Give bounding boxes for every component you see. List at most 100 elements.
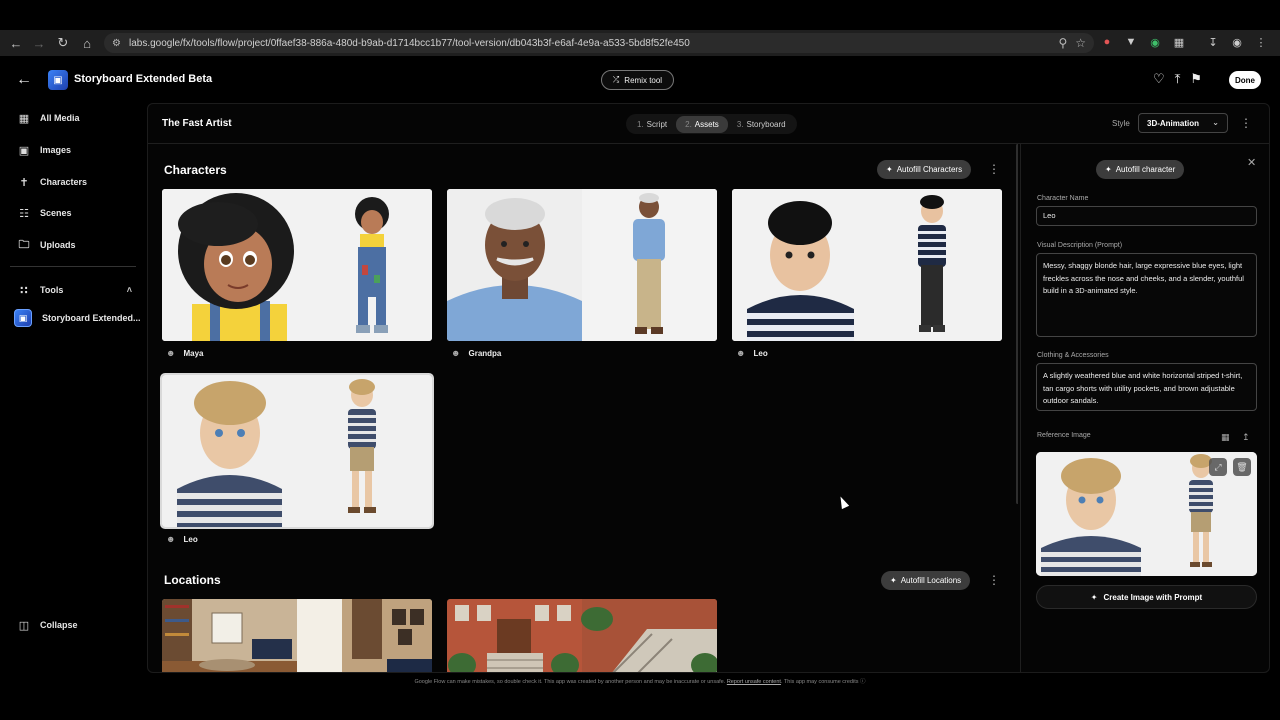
clothing-input[interactable]: A slightly weathered blue and white hori…: [1036, 363, 1257, 411]
project-toolbar: The Fast Artist 1. Script 2. Assets 3. Stor…: [148, 104, 1269, 144]
locations-more-icon[interactable]: ⋮: [988, 573, 1000, 587]
shuffle-icon: ⤮: [612, 75, 620, 84]
done-button[interactable]: Done: [1229, 71, 1261, 89]
extension-v-icon[interactable]: ▼: [1122, 33, 1140, 51]
extensions-puzzle-icon[interactable]: ▦: [1170, 33, 1188, 51]
remix-tool-button[interactable]: ⤮ Remix tool: [601, 70, 674, 90]
character-name-input[interactable]: Leo: [1036, 206, 1257, 226]
browser-back-icon[interactable]: ←: [4, 31, 28, 55]
sidebar-tools-toggle[interactable]: ∷ Tools ˄: [18, 284, 132, 297]
characters-more-icon[interactable]: ⋮: [988, 162, 1000, 176]
visual-description-input[interactable]: Messy, shaggy blonde hair, large express…: [1036, 253, 1257, 337]
pin-icon[interactable]: ⤒: [1175, 71, 1181, 87]
clothing-label: Clothing & Accessories: [1037, 352, 1109, 359]
sidebar-item-label: Images: [40, 145, 72, 155]
sidebar: ▦ All Media ▣ Images ✝ Characters ☷ Scen…: [0, 102, 146, 672]
step-number: 2.: [685, 119, 692, 129]
tools-grid-icon: ∷: [20, 284, 28, 297]
reference-image[interactable]: ⤢ 🗑: [1036, 452, 1257, 576]
person-icon: ☻: [451, 348, 461, 358]
character-card-leo-2[interactable]: [160, 373, 434, 529]
favorite-heart-icon[interactable]: ♡: [1153, 71, 1165, 87]
reference-image-label: Reference Image: [1037, 432, 1091, 439]
step-label: Storyboard: [746, 119, 786, 129]
character-card-grandpa[interactable]: [447, 189, 717, 341]
autofill-characters-button[interactable]: ✦ Autofill Characters: [877, 160, 972, 179]
character-name: Leo: [183, 534, 198, 544]
location-image-brick-building: [447, 599, 717, 672]
sidebar-item-characters[interactable]: ✝ Characters: [18, 176, 87, 189]
autofill-character-label: Autofill character: [1115, 165, 1176, 174]
step-number: 1.: [637, 119, 644, 129]
sidebar-divider: [10, 266, 136, 267]
trash-icon[interactable]: 🗑: [1233, 458, 1251, 476]
style-select[interactable]: 3D-Animation ⌄: [1138, 113, 1228, 133]
tab-script[interactable]: 1. Script: [628, 116, 676, 133]
project-more-icon[interactable]: ⋮: [1240, 116, 1252, 130]
back-arrow-icon[interactable]: ←: [16, 71, 32, 89]
info-icon[interactable]: ⓘ: [860, 679, 866, 685]
browser-forward-icon[interactable]: →: [27, 31, 51, 55]
character-name: Maya: [183, 348, 204, 358]
zoom-icon[interactable]: ⚲: [1058, 36, 1067, 50]
extension-green-icon[interactable]: ◉: [1146, 33, 1164, 51]
image-icon: ▣: [18, 144, 30, 157]
sidebar-item-images[interactable]: ▣ Images: [18, 144, 72, 157]
extension-red-icon[interactable]: ●: [1098, 33, 1116, 51]
assets-content: Characters ✦ Autofill Characters ⋮ ☻ May…: [148, 144, 1018, 672]
sidebar-item-label: Scenes: [40, 208, 72, 218]
character-label-leo-2: ☻ Leo: [166, 534, 198, 544]
sidebar-item-scenes[interactable]: ☷ Scenes: [18, 207, 72, 220]
location-image-living-room: [162, 599, 432, 672]
storyboard-logo-icon: ▣: [48, 70, 68, 90]
location-card-brick-building[interactable]: [447, 599, 717, 672]
footer-disclaimer: Google Flow can make mistakes, so double…: [414, 679, 866, 685]
tab-storyboard[interactable]: 3. Storyboard: [728, 116, 795, 133]
browser-menu-icon[interactable]: ⋮: [1252, 33, 1270, 51]
app-title: Storyboard Extended Beta: [74, 73, 213, 85]
address-bar[interactable]: ⚙ labs.google/fx/tools/flow/project/0ffa…: [104, 33, 1094, 53]
profile-avatar-icon[interactable]: ◉: [1228, 33, 1246, 51]
create-image-label: Create Image with Prompt: [1103, 592, 1203, 602]
app-header: ← ▣ Storyboard Extended Beta ⤮ Remix too…: [0, 58, 1280, 102]
locations-heading: Locations: [164, 573, 221, 587]
site-settings-icon[interactable]: ⚙: [112, 38, 121, 49]
sidebar-tool-storyboard-extended[interactable]: ▣ Storyboard Extended...: [14, 309, 141, 327]
step-label: Script: [646, 119, 668, 129]
character-label-grandpa: ☻ Grandpa: [451, 348, 501, 358]
collapse-sidebar-icon: ◫: [18, 619, 30, 632]
character-card-leo-1[interactable]: [732, 189, 1002, 341]
character-image-grandpa: [447, 189, 717, 341]
sparkle-icon: ✦: [890, 576, 897, 585]
sidebar-item-uploads[interactable]: 🗀 Uploads: [18, 239, 76, 251]
sidebar-item-all-media[interactable]: ▦ All Media: [18, 112, 80, 125]
film-icon: ☷: [19, 207, 29, 220]
storyboard-tool-icon: ▣: [14, 309, 32, 327]
url-text: labs.google/fx/tools/flow/project/0ffaef…: [128, 37, 690, 49]
expand-icon[interactable]: ⤢: [1209, 458, 1227, 476]
close-icon[interactable]: ✕: [1247, 156, 1256, 169]
character-card-maya[interactable]: [162, 189, 432, 341]
download-icon[interactable]: ↧: [1204, 33, 1222, 51]
bookmark-star-icon[interactable]: ☆: [1075, 36, 1086, 50]
home-icon[interactable]: ⌂: [75, 31, 99, 55]
autofill-characters-label: Autofill Characters: [896, 165, 963, 174]
reload-icon[interactable]: ↻: [51, 31, 75, 55]
gallery-grid-icon[interactable]: ▦: [1221, 432, 1230, 443]
location-card-living-room[interactable]: [162, 599, 432, 672]
character-image-leo-dark-hair: [732, 189, 1002, 341]
flag-icon[interactable]: ⚑: [1190, 71, 1202, 87]
sparkle-icon: ✦: [1090, 592, 1098, 602]
report-unsafe-link[interactable]: Report unsafe content: [727, 679, 781, 685]
chevron-up-icon: ˄: [126, 285, 132, 295]
footer-text-a: Google Flow can make mistakes, so double…: [414, 679, 726, 685]
autofill-character-button[interactable]: ✦ Autofill character: [1096, 160, 1185, 179]
upload-icon[interactable]: ↥: [1242, 432, 1250, 443]
tab-assets[interactable]: 2. Assets: [676, 115, 728, 133]
create-image-button[interactable]: ✦ Create Image with Prompt: [1036, 585, 1257, 609]
collapse-label: Collapse: [40, 620, 78, 630]
step-number: 3.: [736, 119, 744, 129]
content-scrollbar[interactable]: [1016, 144, 1018, 504]
sidebar-collapse-button[interactable]: ◫ Collapse: [18, 619, 78, 632]
autofill-locations-button[interactable]: ✦ Autofill Locations: [881, 571, 971, 590]
